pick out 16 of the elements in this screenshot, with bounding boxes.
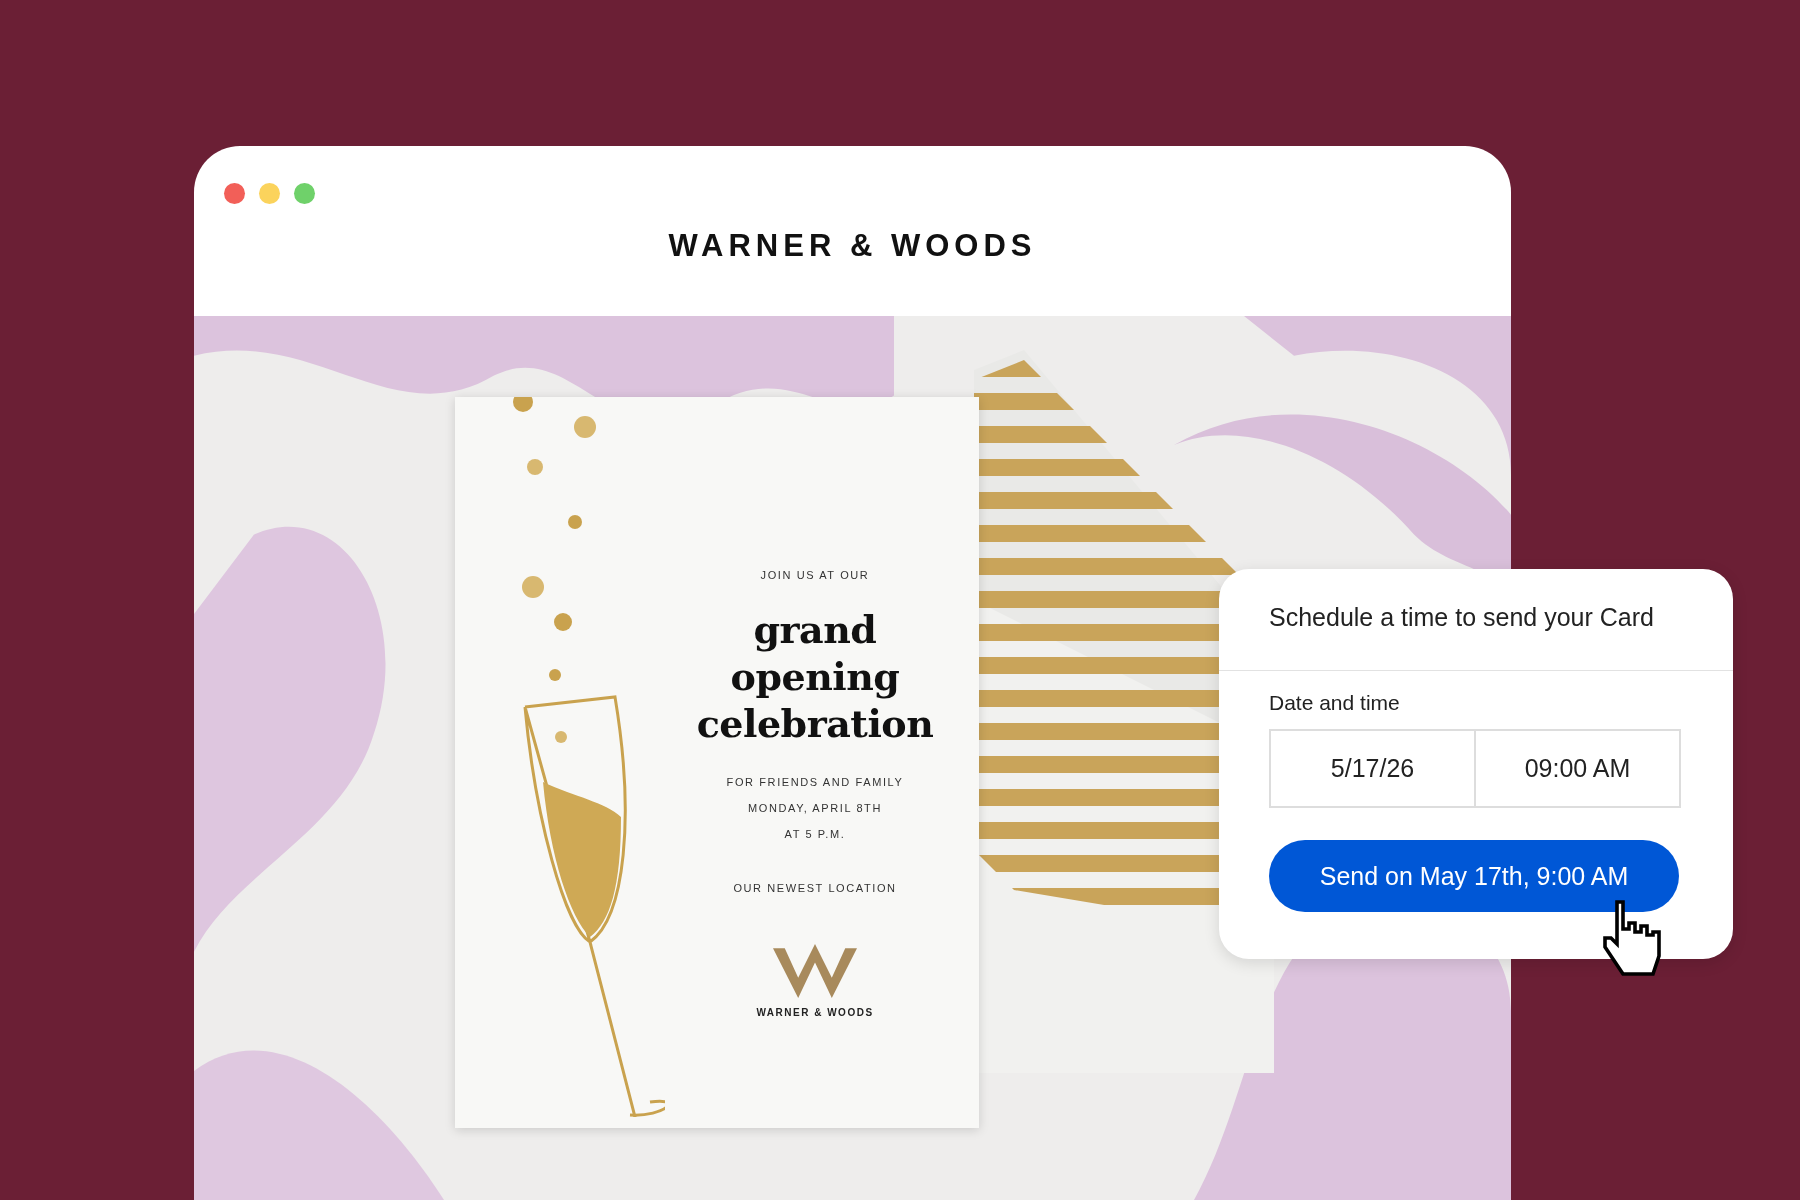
field-label: Date and time — [1269, 691, 1401, 715]
invitation-location-text: OUR NEWEST LOCATION — [733, 881, 897, 896]
invitation-intro-text: JOIN US AT OUR — [760, 568, 870, 583]
window-control-dot[interactable] — [259, 183, 280, 204]
window-control-dot[interactable] — [224, 183, 245, 204]
invitation-headline: grand opening celebration — [696, 606, 934, 747]
brand-logo-text: WARNER & WOODS — [668, 228, 1037, 264]
brand-logo-text: WARNER & WOODS — [756, 1007, 874, 1018]
panel-title: Schedule a time to send your Card — [1219, 569, 1733, 671]
window-control-dot[interactable] — [294, 183, 315, 204]
invitation-detail-text: MONDAY, APRIL 8TH — [748, 801, 882, 816]
date-field[interactable]: 5/17/26 — [1269, 729, 1476, 808]
time-field[interactable]: 09:00 AM — [1476, 729, 1681, 808]
invitation-detail-text: AT 5 P.M. — [784, 827, 846, 842]
invitation-detail-text: FOR FRIENDS AND FAMILY — [726, 775, 904, 790]
send-button[interactable]: Send on May 17th, 9:00 AM — [1269, 840, 1679, 912]
